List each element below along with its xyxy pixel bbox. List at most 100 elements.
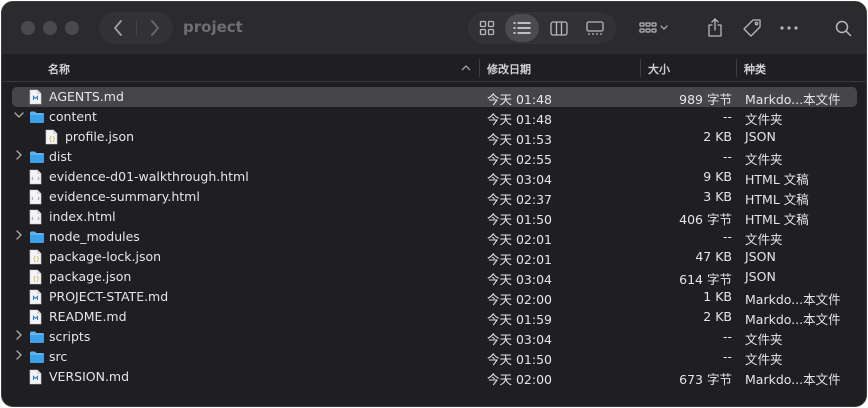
file-row[interactable]: {} profile.json 今天 01:53 2 KB JSON [12,127,857,147]
file-kind: Markdo...本文件 [745,92,841,107]
file-size: 3 KB [703,189,732,204]
md-file-icon [29,309,43,325]
file-row[interactable]: README.md 今天 01:59 2 KB Markdo...本文件 [12,307,857,327]
column-divider[interactable] [479,59,480,77]
file-name: evidence-d01-walkthrough.html [49,169,249,184]
more-icon [780,26,798,30]
share-button[interactable] [700,13,730,43]
close-window-button[interactable] [21,21,35,35]
file-date: 今天 01:48 [487,112,552,127]
icon-view-icon [479,20,495,36]
disclosure-chevron-right-icon[interactable] [13,349,25,361]
file-row[interactable]: node_modules 今天 02:01 -- 文件夹 [12,227,857,247]
file-row[interactable]: dist 今天 02:55 -- 文件夹 [12,147,857,167]
file-row[interactable]: content 今天 01:48 -- 文件夹 [12,107,857,127]
file-size: -- [722,349,732,364]
column-header: 名称 修改日期 大小 种类 [2,54,866,82]
file-date: 今天 02:55 [487,152,552,167]
name-column-header[interactable]: 名称 [48,61,70,77]
html-file-icon [29,209,43,225]
gallery-view-button[interactable] [578,14,612,42]
back-button[interactable] [99,12,136,44]
group-button[interactable] [634,13,674,43]
file-size: -- [722,329,732,344]
disclosure-chevron-right-icon[interactable] [13,329,25,341]
size-column-header[interactable]: 大小 [648,61,670,77]
search-icon [835,20,851,36]
file-row[interactable]: evidence-summary.html 今天 02:37 3 KB HTML 文稿 [12,187,857,207]
file-kind: 文件夹 [745,332,783,347]
file-kind: Markdo...本文件 [745,372,841,387]
file-name: node_modules [49,229,140,244]
file-kind: HTML 文稿 [745,172,809,187]
more-button[interactable] [774,13,804,43]
disclosure-chevron-right-icon[interactable] [13,229,25,241]
file-name: dist [49,149,72,164]
file-name: scripts [49,329,91,344]
svg-text:{}: {} [33,276,40,283]
file-row[interactable]: VERSION.md 今天 02:00 673 字节 Markdo...本文件 [12,367,857,387]
column-divider[interactable] [736,59,737,77]
file-name: content [49,109,97,124]
file-row[interactable]: scripts 今天 03:04 -- 文件夹 [12,327,857,347]
window-title: project [183,18,243,36]
file-size: -- [722,109,732,124]
zoom-window-button[interactable] [65,21,79,35]
search-button[interactable] [828,13,858,43]
file-date: 今天 02:37 [487,192,552,207]
tag-icon [743,19,761,37]
file-row[interactable]: index.html 今天 01:50 406 字节 HTML 文稿 [12,207,857,227]
html-file-icon [29,189,43,205]
finder-window: project 名称 修改日期 大小 种类 AGENTS.md 今天 01:48… [1,1,867,407]
md-file-icon [29,289,43,305]
file-size: 406 字节 [679,212,732,227]
file-name: VERSION.md [49,369,130,384]
file-size: -- [722,229,732,244]
file-kind: JSON [745,249,776,264]
disclosure-chevron-right-icon[interactable] [13,149,25,161]
gallery-view-icon [586,20,604,35]
date-column-header[interactable]: 修改日期 [487,61,531,77]
file-kind: JSON [745,269,776,284]
file-date: 今天 02:01 [487,232,552,247]
file-date: 今天 01:50 [487,212,552,227]
file-kind: 文件夹 [745,112,783,127]
file-row[interactable]: PROJECT-STATE.md 今天 02:00 1 KB Markdo...本文件 [12,287,857,307]
file-row[interactable]: AGENTS.md 今天 01:48 989 字节 Markdo...本文件 [12,87,857,107]
file-date: 今天 01:50 [487,352,552,367]
file-date: 今天 01:59 [487,312,552,327]
column-divider[interactable] [640,59,641,77]
file-date: 今天 03:04 [487,332,552,347]
file-date: 今天 01:48 [487,92,552,107]
file-size: 47 KB [695,249,732,264]
file-row[interactable]: {} package-lock.json 今天 02:01 47 KB JSON [12,247,857,267]
folder-icon [29,330,44,346]
file-kind: Markdo...本文件 [745,312,841,327]
folder-icon [29,110,44,126]
file-name: src [49,349,68,364]
minimize-window-button[interactable] [43,21,57,35]
file-size: 9 KB [703,169,732,184]
file-size: 2 KB [703,309,732,324]
file-size: 614 字节 [679,272,732,287]
file-kind: HTML 文稿 [745,212,809,227]
disclosure-chevron-down-icon[interactable] [13,109,25,121]
md-file-icon [29,89,43,105]
svg-text:{}: {} [49,136,56,143]
group-icon [639,22,668,33]
tag-button[interactable] [737,13,767,43]
list-view-button[interactable] [505,14,539,42]
json-file-icon: {} [29,249,43,265]
file-name: index.html [49,209,116,224]
file-row[interactable]: src 今天 01:50 -- 文件夹 [12,347,857,367]
forward-button[interactable] [136,12,173,44]
file-name: README.md [49,309,127,324]
file-row[interactable]: evidence-d01-walkthrough.html 今天 03:04 9 K… [12,167,857,187]
view-mode-group [468,12,616,44]
icon-view-button[interactable] [470,14,504,42]
file-row[interactable]: {} package.json 今天 03:04 614 字节 JSON [12,267,857,287]
share-icon [708,18,722,37]
navigation-group [99,12,173,44]
column-view-button[interactable] [542,14,576,42]
kind-column-header[interactable]: 种类 [744,61,766,77]
